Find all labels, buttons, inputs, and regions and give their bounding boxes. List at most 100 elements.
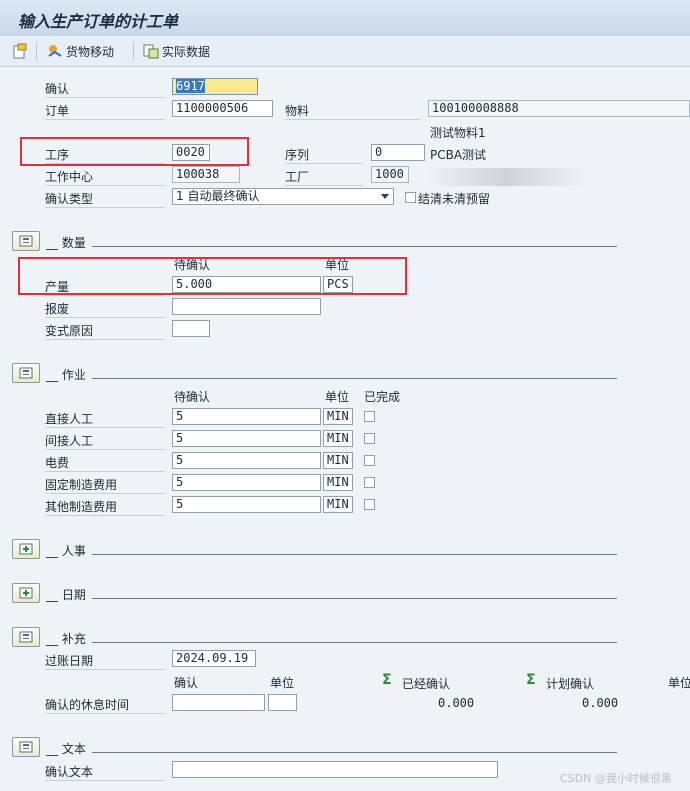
dates-section-toggle[interactable] — [12, 583, 40, 603]
activity-label: 固定制造费用 — [45, 476, 165, 494]
quantity-section-toggle[interactable] — [12, 231, 40, 251]
activity-unit-field[interactable]: MIN — [323, 408, 353, 425]
supplement-section-toggle[interactable] — [12, 627, 40, 647]
break-time-unit-field[interactable] — [268, 694, 297, 711]
activities-section-toggle[interactable] — [12, 363, 40, 383]
confirmation-type-dropdown[interactable]: 1 自动最终确认 — [172, 188, 394, 205]
yield-label: 产量 — [45, 278, 165, 296]
confirmation-type-value: 1 自动最终确认 — [176, 189, 260, 203]
personnel-section-toggle[interactable] — [12, 539, 40, 559]
section-divider — [92, 642, 617, 643]
supplement-col-confirmed: 已经确认 — [402, 677, 451, 691]
operation-label: 工序 — [45, 146, 165, 164]
sum-icon: Σ — [382, 672, 392, 688]
actual-data-icon — [143, 44, 159, 59]
plant-label: 工厂 — [285, 168, 363, 186]
collapse-section-icon — [19, 741, 33, 753]
material-description: 测试物料1 — [430, 126, 486, 140]
sequence-field[interactable]: 0 — [371, 144, 425, 161]
clear-reservations-checkbox[interactable] — [405, 192, 416, 203]
activity-quantity-field[interactable]: 5 — [172, 452, 321, 469]
clear-reservations-label: 结清未清预留 — [418, 192, 491, 206]
activity-label: 其他制造费用 — [45, 498, 165, 516]
material-label: 物料 — [285, 102, 420, 120]
blurred-area — [426, 168, 586, 186]
collapse-section-icon — [19, 235, 33, 247]
supplement-col-unit2: 单位 — [668, 676, 690, 690]
plant-field[interactable]: 1000 — [371, 166, 409, 183]
collapse-section-icon — [19, 631, 33, 643]
planned-break-time: 0.000 — [582, 696, 619, 710]
quantity-section-title: __ 数量 — [46, 236, 86, 250]
break-time-label: 确认的休息时间 — [45, 696, 165, 714]
scrap-label: 报废 — [45, 300, 165, 318]
text-section-toggle[interactable] — [12, 737, 40, 757]
yield-unit-field[interactable]: PCS — [323, 276, 353, 293]
collapse-section-icon — [19, 367, 33, 379]
activity-done-checkbox[interactable] — [364, 477, 375, 488]
activity-label: 直接人工 — [45, 410, 165, 428]
work-center-field[interactable]: 100038 — [172, 166, 240, 183]
confirmation-text-label: 确认文本 — [45, 763, 165, 781]
material-field[interactable]: 100100008888 — [428, 100, 690, 117]
confirmation-text-field[interactable] — [172, 761, 498, 778]
activity-quantity-field[interactable]: 5 — [172, 474, 321, 491]
activity-quantity-field[interactable]: 5 — [172, 430, 321, 447]
chevron-down-icon — [381, 194, 389, 199]
goods-movement-label: 货物移动 — [66, 44, 115, 59]
break-time-field[interactable] — [172, 694, 265, 711]
section-divider — [92, 554, 617, 555]
variance-reason-label: 变式原因 — [45, 322, 165, 340]
section-divider — [92, 246, 617, 247]
confirmation-value: 6917 — [176, 79, 205, 93]
confirmed-break-time: 0.000 — [438, 696, 475, 710]
actual-data-button[interactable]: 实际数据 — [143, 42, 210, 60]
order-field[interactable]: 1100000506 — [172, 100, 273, 117]
activity-unit-field[interactable]: MIN — [323, 474, 353, 491]
goods-movement-button[interactable]: 货物移动 — [47, 42, 114, 60]
yield-field[interactable]: 5.000 — [172, 276, 321, 293]
section-divider — [92, 378, 617, 379]
activity-quantity-field[interactable]: 5 — [172, 496, 321, 513]
variance-reason-field[interactable] — [172, 320, 210, 337]
new-document-button[interactable] — [12, 42, 28, 60]
text-section-title: __ 文本 — [46, 742, 86, 756]
activity-done-checkbox[interactable] — [364, 455, 375, 466]
new-document-icon — [13, 43, 27, 59]
activities-col-unit: 单位 — [325, 390, 350, 404]
toolbar-separator — [133, 42, 134, 60]
operation-field[interactable]: 0020 — [172, 144, 210, 161]
sequence-label: 序列 — [285, 146, 363, 164]
dates-section-title: __ 日期 — [46, 588, 86, 602]
supplement-section-title: __ 补充 — [46, 632, 86, 646]
work-center-label: 工作中心 — [45, 168, 165, 186]
actual-data-label: 实际数据 — [162, 44, 211, 59]
goods-movement-icon — [48, 45, 62, 57]
activities-col-to-confirm: 待确认 — [174, 390, 211, 404]
sequence-description: PCBA测试 — [430, 148, 487, 162]
personnel-section-title: __ 人事 — [46, 544, 86, 558]
section-divider — [92, 752, 617, 753]
supplement-col-unit: 单位 — [270, 676, 295, 690]
expand-section-icon — [19, 543, 33, 555]
toolbar-separator — [36, 42, 37, 60]
confirmation-field[interactable]: 6917 — [172, 78, 258, 95]
activity-done-checkbox[interactable] — [364, 433, 375, 444]
order-label: 订单 — [45, 102, 165, 120]
window-title: 输入生产订单的计工单 — [18, 12, 179, 31]
activity-unit-field[interactable]: MIN — [323, 496, 353, 513]
confirmation-type-label: 确认类型 — [45, 190, 165, 208]
activity-label: 间接人工 — [45, 432, 165, 450]
posting-date-label: 过账日期 — [45, 652, 165, 670]
sum-icon: Σ — [526, 672, 536, 688]
activity-done-checkbox[interactable] — [364, 411, 375, 422]
activity-done-checkbox[interactable] — [364, 499, 375, 510]
activity-quantity-field[interactable]: 5 — [172, 408, 321, 425]
activity-unit-field[interactable]: MIN — [323, 430, 353, 447]
watermark: CSDN @我小时候很黑 — [560, 772, 672, 785]
activities-section-title: __ 作业 — [46, 368, 86, 382]
scrap-field[interactable] — [172, 298, 321, 315]
activity-unit-field[interactable]: MIN — [323, 452, 353, 469]
section-divider — [92, 598, 617, 599]
posting-date-field[interactable]: 2024.09.19 — [172, 650, 256, 667]
